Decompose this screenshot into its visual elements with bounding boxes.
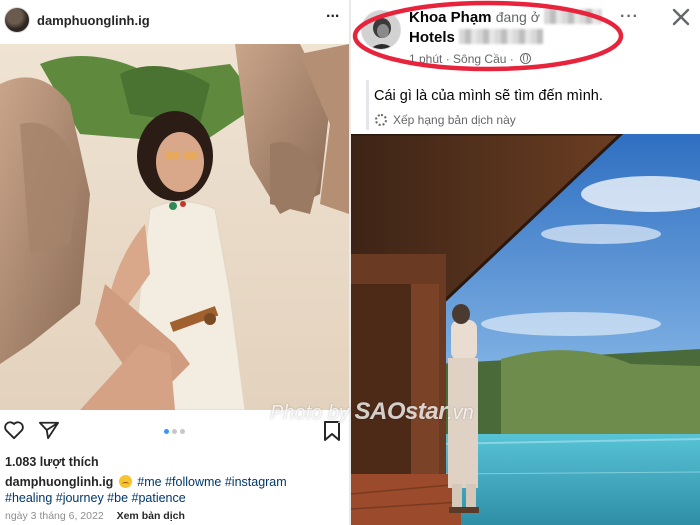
likes-count[interactable]: 1.083 lượt thích (5, 455, 99, 469)
heart-icon[interactable] (3, 420, 25, 440)
rate-translation-label[interactable]: Xếp hạng bản dịch này (393, 113, 516, 127)
avatar[interactable] (4, 7, 30, 33)
send-icon[interactable] (38, 420, 60, 440)
post-text: Cái gì là của mình sẽ tìm đến mình. (374, 88, 603, 104)
rate-translation[interactable]: Xếp hạng bản dịch này (375, 113, 516, 127)
caption-username[interactable]: damphuonglinh.ig (5, 475, 113, 489)
post-photo[interactable] (0, 44, 349, 410)
carousel-indicator (164, 429, 188, 435)
post-header: damphuonglinh.ig ... (0, 0, 349, 44)
translation-bar (366, 80, 369, 130)
watermark-suffix: .vn (447, 402, 474, 424)
username[interactable]: damphuonglinh.ig (37, 13, 150, 28)
carousel-dot (180, 429, 185, 434)
post-caption: damphuonglinh.ig #me #followme #instagra… (5, 474, 345, 506)
more-options-icon[interactable]: ... (326, 5, 339, 31)
caption-hashtags[interactable]: #me #followme #instagram (137, 475, 286, 489)
highlight-oval (352, 0, 624, 72)
smiling-emoji-icon (118, 475, 132, 488)
watermark-prefix: Photo by (270, 402, 349, 424)
photo-watermark: Photo by SAOstar.vn (270, 398, 474, 426)
instagram-post: damphuonglinh.ig ... 1.083 lượt thích da… (0, 0, 349, 525)
watermark-brand: SAOstar (354, 398, 448, 425)
post-date: ngày 3 tháng 6, 2022 (5, 510, 104, 522)
gear-icon (375, 114, 387, 126)
post-photo[interactable] (351, 134, 700, 525)
caption-hashtags[interactable]: #healing #journey #be #patience (5, 491, 186, 505)
carousel-dot-active (164, 429, 169, 434)
see-translation-link[interactable]: Xem bản dịch (117, 510, 185, 522)
facebook-post: Khoa Phạm đang ở Hotels 1 phút · Sông Cầ… (351, 0, 700, 525)
post-meta: ngày 3 tháng 6, 2022 Xem bản dịch (5, 510, 185, 522)
carousel-dot (172, 429, 177, 434)
